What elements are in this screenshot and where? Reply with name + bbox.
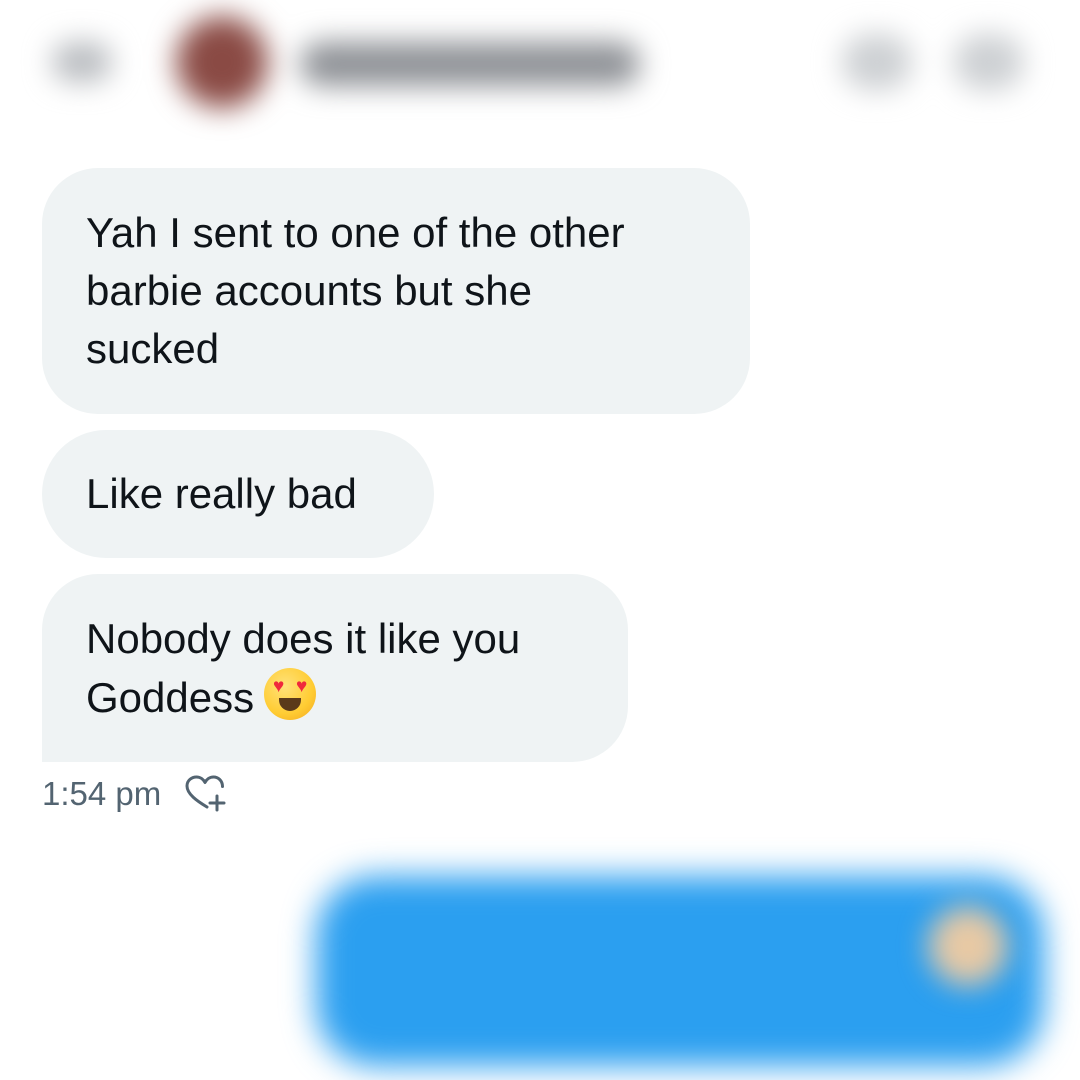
message-meta: 1:54 pm [42, 770, 227, 818]
message-text: Like really bad [86, 470, 357, 517]
outgoing-message-bubble[interactable] [316, 876, 1044, 1066]
conversation-header [0, 0, 1080, 135]
incoming-message-bubble[interactable]: Nobody does it like you Goddess ♥ ♥ [42, 574, 628, 762]
info-icon[interactable] [842, 34, 912, 90]
dm-conversation-screen: Yah I sent to one of the other barbie ac… [0, 0, 1080, 1080]
avatar[interactable] [176, 16, 268, 108]
smiling-face-with-heart-eyes-icon: ♥ ♥ [264, 667, 317, 720]
emoji-icon [928, 906, 1008, 986]
contact-name[interactable] [300, 42, 640, 86]
message-text: Yah I sent to one of the other barbie ac… [86, 209, 625, 372]
message-text: Nobody does it like you Goddess ♥ ♥ [86, 614, 521, 721]
incoming-message-bubble[interactable]: Like really bad [42, 430, 434, 558]
back-arrow-icon[interactable] [52, 42, 112, 82]
timestamp: 1:54 pm [42, 775, 162, 812]
incoming-message-bubble[interactable]: Yah I sent to one of the other barbie ac… [42, 168, 750, 414]
more-icon[interactable] [954, 34, 1024, 90]
add-reaction-heart-icon[interactable] [183, 774, 227, 814]
